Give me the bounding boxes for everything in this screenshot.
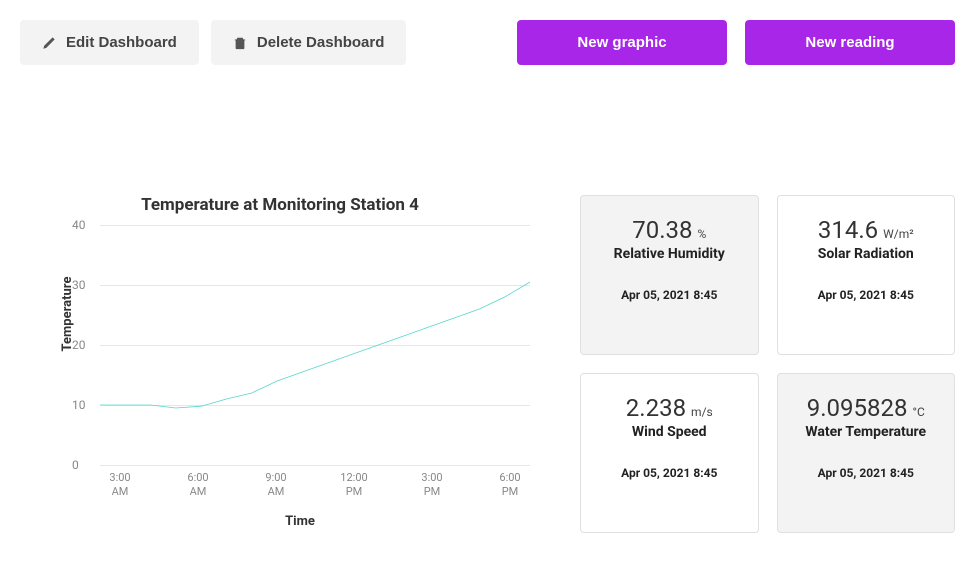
x-tick-label: 9:00AM (256, 471, 296, 500)
y-tick-label: 40 (72, 218, 86, 232)
reading-timestamp: Apr 05, 2021 8:45 (794, 466, 939, 480)
trash-icon (233, 36, 247, 50)
reading-value: 2.238 (626, 394, 686, 422)
new-reading-button[interactable]: New reading (745, 20, 955, 65)
y-tick-label: 10 (72, 398, 86, 412)
reading-card[interactable]: 314.6 W/m² Solar Radiation Apr 05, 2021 8:… (777, 195, 956, 355)
delete-dashboard-button[interactable]: Delete Dashboard (211, 20, 407, 65)
reading-value: 9.095828 (807, 394, 908, 422)
y-tick-label: 20 (72, 338, 86, 352)
x-tick-label: 3:00AM (100, 471, 140, 500)
reading-label: Solar Radiation (794, 246, 939, 262)
reading-unit: m/s (688, 405, 713, 419)
x-tick-label: 6:00PM (490, 471, 530, 500)
chart-title: Temperature at Monitoring Station 4 (20, 195, 540, 215)
y-tick-label: 30 (72, 278, 86, 292)
edit-dashboard-button[interactable]: Edit Dashboard (20, 20, 199, 65)
x-tick-label: 6:00AM (178, 471, 218, 500)
x-tick-label: 3:00PM (412, 471, 452, 500)
toolbar: Edit Dashboard Delete Dashboard New grap… (20, 20, 955, 65)
chart-panel: Temperature at Monitoring Station 4 Temp… (20, 95, 540, 533)
new-reading-label: New reading (805, 34, 894, 51)
reading-timestamp: Apr 05, 2021 8:45 (597, 466, 742, 480)
chart-line (100, 225, 530, 465)
y-tick-label: 0 (72, 458, 79, 472)
reading-value: 314.6 (818, 216, 878, 244)
reading-label: Water Temperature (794, 424, 939, 440)
reading-label: Relative Humidity (597, 246, 742, 262)
delete-dashboard-label: Delete Dashboard (257, 34, 385, 51)
new-graphic-button[interactable]: New graphic (517, 20, 727, 65)
edit-dashboard-label: Edit Dashboard (66, 34, 177, 51)
grid-line (100, 465, 530, 466)
content: Temperature at Monitoring Station 4 Temp… (20, 95, 955, 533)
toolbar-left: Edit Dashboard Delete Dashboard (20, 20, 406, 65)
reading-unit: W/m² (880, 227, 914, 241)
reading-timestamp: Apr 05, 2021 8:45 (597, 288, 742, 302)
reading-unit: % (695, 227, 707, 241)
toolbar-right: New graphic New reading (517, 20, 955, 65)
reading-card[interactable]: 70.38 % Relative Humidity Apr 05, 2021 8:4… (580, 195, 759, 355)
reading-card[interactable]: 9.095828 °C Water Temperature Apr 05, 2021… (777, 373, 956, 533)
reading-unit: °C (909, 405, 924, 419)
reading-label: Wind Speed (597, 424, 742, 440)
x-axis-label: Time (60, 514, 540, 529)
x-tick-label: 12:00PM (334, 471, 374, 500)
new-graphic-label: New graphic (577, 34, 666, 51)
reading-card[interactable]: 2.238 m/s Wind Speed Apr 05, 2021 8:45 (580, 373, 759, 533)
reading-timestamp: Apr 05, 2021 8:45 (794, 288, 939, 302)
x-axis-ticks: 3:00AM 6:00AM 9:00AM 12:00PM 3:00PM 6:00PM (100, 471, 530, 500)
reading-cards: 70.38 % Relative Humidity Apr 05, 2021 8:4… (580, 95, 955, 533)
pencil-icon (42, 36, 56, 50)
chart-plot: 010203040 (100, 225, 530, 465)
reading-value: 70.38 (632, 216, 692, 244)
